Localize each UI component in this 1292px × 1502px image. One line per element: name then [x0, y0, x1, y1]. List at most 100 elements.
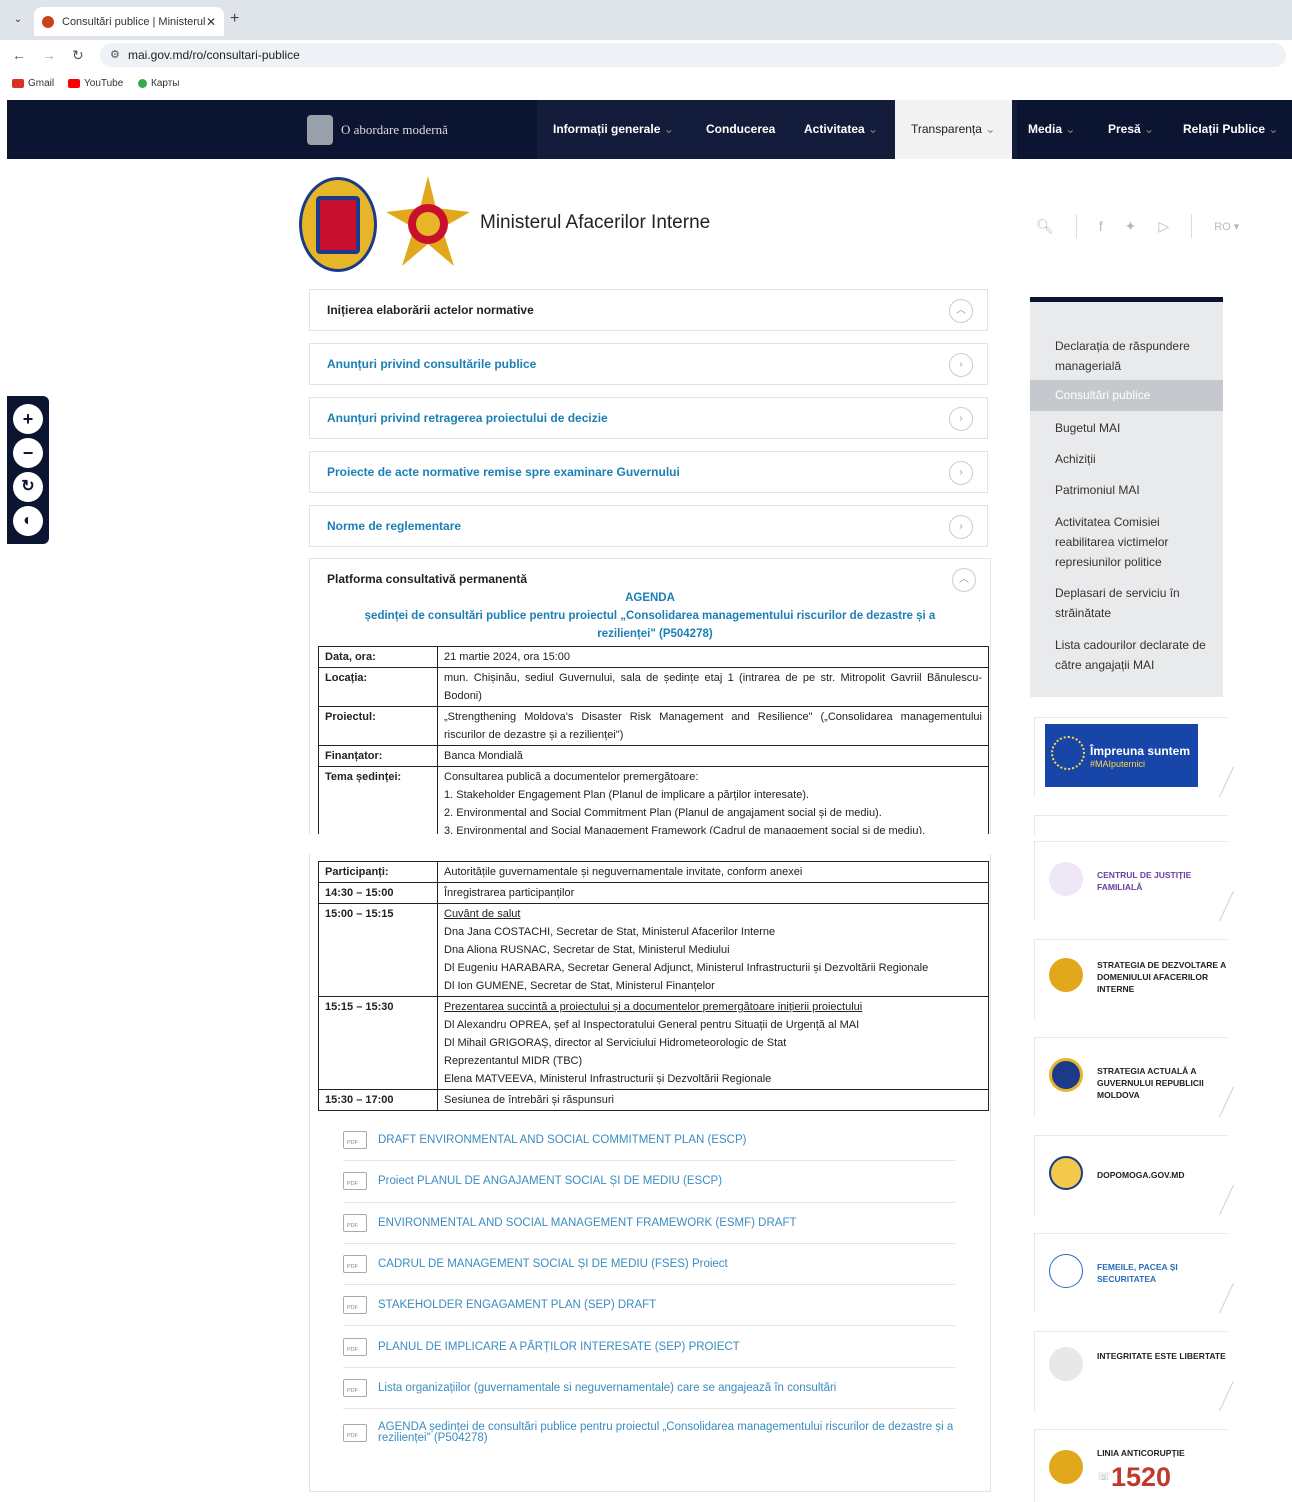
banner-integritate[interactable]: INTEGRITATE ESTE LIBERTATE — [1034, 1331, 1234, 1411]
forward-icon[interactable]: → — [42, 47, 56, 63]
agenda-row-key: Participanți: — [318, 861, 438, 883]
banner-dopomoga[interactable]: DOPOMOGA.GOV.MD — [1034, 1135, 1234, 1215]
nav-item-conducerea[interactable]: Conducerea — [706, 100, 775, 159]
accordion-anunturi-retragere[interactable]: Anunțuri privind retragerea proiectului … — [309, 397, 988, 439]
search-icon[interactable]: 🔍︎ — [1036, 218, 1054, 235]
agenda-line: Înregistrarea participanților — [444, 887, 575, 899]
document-link[interactable]: PDF CADRUL DE MANAGEMENT SOCIAL ȘI DE MED… — [343, 1244, 955, 1286]
document-link[interactable]: PDF AGENDA ședinței de consultări publice… — [343, 1409, 955, 1457]
document-link[interactable]: PDF STAKEHOLDER ENGAGAMENT PLAN (SEP) DRA… — [343, 1285, 955, 1327]
nav-item-media[interactable]: Media ⌄ — [1028, 100, 1075, 159]
zoom-in-icon[interactable]: + — [13, 404, 43, 434]
header-tools: 🔍︎ f ✦ ▷ RO ▾ — [1036, 214, 1239, 238]
agenda-line: mun. Chișinău, sediul Guvernului, sala d… — [444, 672, 982, 702]
banner-card-top — [1034, 815, 1227, 835]
agenda-row-key: 15:15 – 15:30 — [318, 996, 438, 1090]
twitter-icon[interactable]: ✦ — [1125, 218, 1137, 235]
site-title[interactable]: Ministerul Afacerilor Interne — [480, 212, 710, 234]
divider — [1191, 214, 1193, 238]
chevron-up-icon[interactable]: ︿ — [952, 568, 976, 592]
accordion-label: Norme de reglementare — [327, 519, 462, 533]
sidebar-item-achizitii[interactable]: Achiziții — [1055, 449, 1215, 469]
banner-centrul-justitie[interactable]: CENTRUL DE JUSTIȚIE FAMILIALĂ — [1034, 841, 1234, 921]
reset-icon[interactable]: ↻ — [13, 472, 43, 502]
agenda-line: Dl Alexandru OPREA, șef al Inspectoratul… — [444, 1019, 860, 1031]
document-title: AGENDA ședinței de consultări publice pe… — [378, 1421, 954, 1445]
agenda-line: Reprezentantul MIDR (TBC) — [444, 1055, 583, 1067]
banner-label: DOPOMOGA.GOV.MD — [1097, 1170, 1185, 1180]
dopomoga-icon — [1049, 1156, 1083, 1190]
nav-item-transparenta[interactable]: Transparența ⌄ — [895, 100, 1012, 159]
sidebar-item-bugetul[interactable]: Bugetul MAI — [1055, 418, 1215, 438]
url-input[interactable]: ⚙ mai.gov.md/ro/consultari-publice — [100, 43, 1286, 67]
agenda-row-value: Prezentarea succintă a proiectului și a … — [437, 996, 989, 1090]
document-link[interactable]: PDF Proiect PLANUL DE ANGAJAMENT SOCIAL Ș… — [343, 1161, 955, 1203]
crest-icon — [307, 114, 333, 145]
panel-title[interactable]: Platforma consultativă permanentă — [327, 572, 527, 586]
accordion-proiecte-acte[interactable]: Proiecte de acte normative remise spre e… — [309, 451, 988, 493]
new-tab-icon[interactable]: + — [230, 10, 239, 28]
mai-star-emblem-icon[interactable] — [384, 176, 472, 271]
close-tab-icon[interactable]: ✕ — [206, 15, 216, 29]
sidebar-item-cadouri[interactable]: Lista cadourilor declarate de către anga… — [1055, 635, 1215, 675]
sidebar-item-patrimoniul[interactable]: Patrimoniul MAI — [1055, 480, 1215, 500]
agenda-line: Sesiunea de întrebări și răspunsuri — [444, 1094, 614, 1106]
chevron-right-icon[interactable]: › — [949, 353, 973, 377]
reload-icon[interactable]: ↻ — [72, 47, 84, 64]
nav-item-activitatea[interactable]: Activitatea ⌄ — [804, 100, 878, 159]
url-text: mai.gov.md/ro/consultari-publice — [128, 48, 300, 62]
bookmark-maps[interactable]: Карты — [138, 78, 180, 89]
bookmark-gmail[interactable]: Gmail — [12, 78, 54, 89]
nav-item-presa[interactable]: Presă ⌄ — [1108, 100, 1154, 159]
document-link[interactable]: PDF DRAFT ENVIRONMENTAL AND SOCIAL COMMIT… — [343, 1120, 955, 1162]
sidebar-item-consultari[interactable]: Consultări publice — [1030, 380, 1223, 411]
browser-tab[interactable]: Consultări publice | Ministerul A ✕ — [34, 7, 224, 36]
accordion-norme[interactable]: Norme de reglementare › — [309, 505, 988, 547]
chevron-up-icon[interactable]: ︿ — [949, 299, 973, 323]
agenda-row: Tema ședinței: Consultarea publică a docu… — [318, 766, 989, 842]
accordion-anunturi-consultari[interactable]: Anunțuri privind consultările publice › — [309, 343, 988, 385]
document-link[interactable]: PDF Lista organizațiilor (guvernamentale … — [343, 1368, 955, 1410]
banner-linia-anticoruptie[interactable]: LINIA ANTICORUPȚIE ☏ 1520 — [1034, 1429, 1227, 1502]
sidebar-item-activitatea-comisiei[interactable]: Activitatea Comisiei reabilitarea victim… — [1055, 512, 1215, 572]
tab-title: Consultări publice | Ministerul A — [62, 15, 206, 28]
banner-strategia-guvern[interactable]: STRATEGIA ACTUALĂ A GUVERNULUI REPUBLICI… — [1034, 1037, 1234, 1117]
agenda-row-value: Înregistrarea participanților — [437, 882, 989, 904]
contrast-icon[interactable]: ◐ — [13, 506, 43, 536]
nav-item-informatii[interactable]: Informații generale ⌄ — [553, 100, 674, 159]
banner-strategia-dezvoltare[interactable]: STRATEGIA DE DEZVOLTARE A DOMENIULUI AFA… — [1034, 939, 1227, 1019]
tab-search-icon[interactable]: ⌄ — [10, 12, 26, 28]
agenda-row: 15:15 – 15:30 Prezentarea succintă a proi… — [318, 996, 989, 1090]
nav-item-relatii-publice[interactable]: Relații Publice ⌄ — [1183, 100, 1278, 159]
document-link[interactable]: PDF PLANUL DE IMPLICARE A PĂRȚILOR INTERE… — [343, 1326, 955, 1368]
language-selector[interactable]: RO ▾ — [1214, 220, 1239, 233]
site-settings-icon[interactable]: ⚙ — [110, 43, 120, 67]
facebook-icon[interactable]: f — [1099, 218, 1103, 234]
chevron-right-icon[interactable]: › — [949, 515, 973, 539]
agenda-row-key: Data, ora: — [318, 646, 438, 668]
accessibility-toolbar: + − ↻ ◐ — [7, 396, 49, 544]
bookmark-youtube[interactable]: YouTube — [68, 78, 123, 89]
pdf-icon: PDF — [343, 1213, 367, 1232]
agenda-title: AGENDA — [625, 592, 675, 604]
document-link[interactable]: PDF ENVIRONMENTAL AND SOCIAL MANAGEMENT F… — [343, 1203, 955, 1244]
document-list: PDF DRAFT ENVIRONMENTAL AND SOCIAL COMMIT… — [343, 1120, 955, 1457]
agenda-row: Locația: mun. Chișinău, sediul Guvernului… — [318, 667, 989, 707]
chevron-right-icon[interactable]: › — [949, 407, 973, 431]
banner-femeile-pacea[interactable]: FEMEILE, PACEA ȘI SECURITATEA — [1034, 1233, 1234, 1313]
zoom-out-icon[interactable]: − — [13, 438, 43, 468]
chevron-right-icon[interactable]: › — [949, 461, 973, 485]
government-emblem-icon[interactable] — [299, 177, 377, 272]
agenda-row-value: Sesiunea de întrebări și răspunsuri — [437, 1089, 989, 1111]
agenda-line: Cuvânt de salut — [444, 908, 521, 920]
back-icon[interactable]: ← — [12, 47, 26, 63]
accordion-initierea[interactable]: Inițierea elaborării actelor normative ︿ — [309, 289, 988, 331]
sidebar-item-declaratia[interactable]: Declarația de răspundere managerială — [1055, 336, 1215, 376]
pdf-icon: PDF — [343, 1424, 367, 1443]
sidebar-item-deplasari[interactable]: Deplasari de serviciu în străinătate — [1055, 583, 1215, 623]
youtube-icon[interactable]: ▷ — [1158, 218, 1169, 235]
eu-banner[interactable]: Împreuna suntem #MAIputernici — [1045, 724, 1198, 787]
family-justice-icon — [1049, 862, 1083, 896]
agenda-row-value: mun. Chișinău, sediul Guvernului, sala d… — [437, 667, 989, 707]
agenda-line: Prezentarea succintă a proiectului și a … — [444, 1001, 863, 1013]
